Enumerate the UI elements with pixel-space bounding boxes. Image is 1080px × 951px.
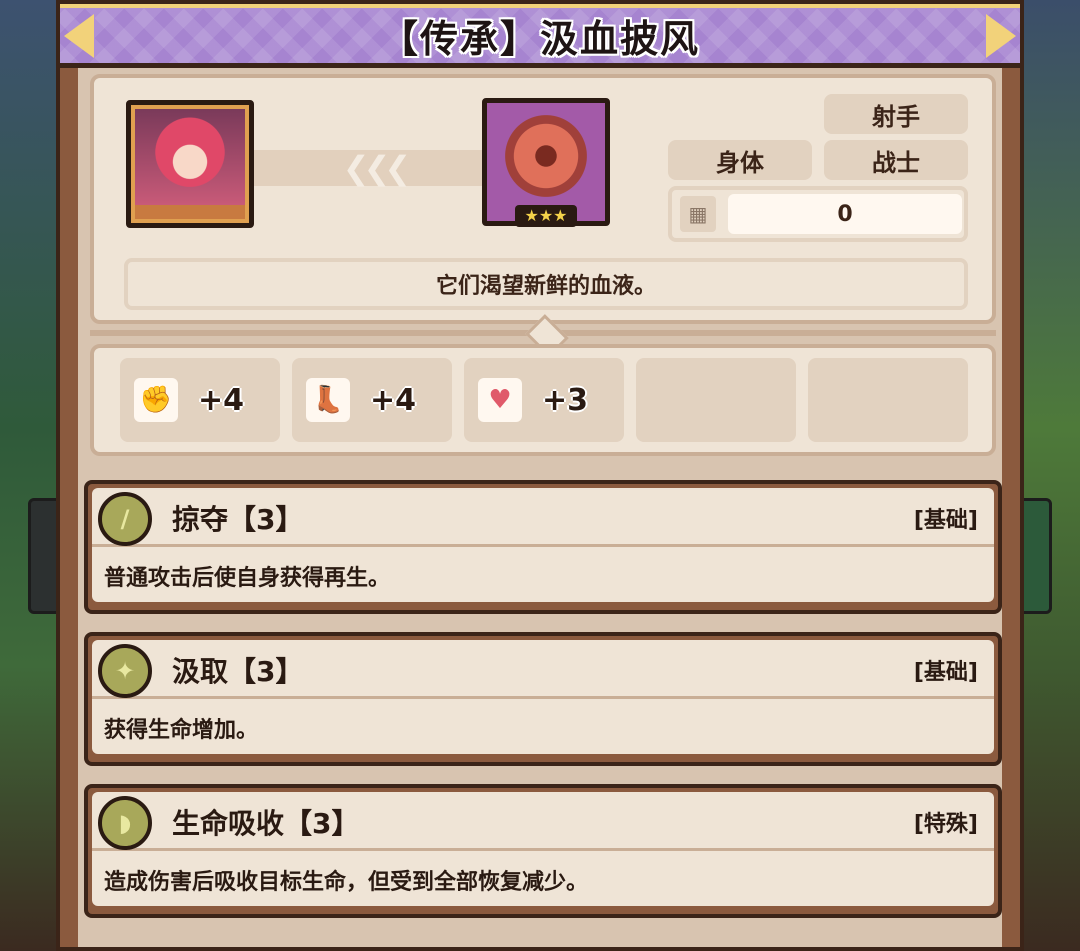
item-icon[interactable]: ★★★ [482,98,610,227]
skill-name: 掠夺【3】 [172,503,304,536]
skill-header: / 掠夺【3】 [基础] [92,488,994,547]
skill-description: 造成伤害后吸收目标生命，但受到全部恢复减少。 [104,870,589,895]
skill-body: ✦ 汲取【3】 [基础] 获得生命增加。 [92,640,994,754]
background-right [1020,0,1080,951]
skill-card[interactable]: / 掠夺【3】 [基础] 普通攻击后使自身获得再生。 [84,480,1002,614]
tag-warrior: 战士 [824,140,968,180]
title-bar: 【传承】汲血披风 [60,4,1020,68]
heart-icon: ♥ [478,378,522,422]
item-detail-panel: 【传承】汲血披风 ❮❮❮ ★★★ 射手 身体 战士 ▦ 0 它们渴望新鲜的血液。… [56,0,1024,951]
boot-icon: 👢 [306,378,350,422]
title-corner-right [986,14,1016,58]
item-info-card: ❮❮❮ ★★★ 射手 身体 战士 ▦ 0 它们渴望新鲜的血液。 [90,74,996,324]
skill-header: ✦ 汲取【3】 [基础] [92,640,994,699]
title-corner-left [64,14,94,58]
skill-description: 获得生命增加。 [104,718,259,743]
skill-description: 普通攻击后使自身获得再生。 [104,566,391,591]
stat-slot-empty [808,358,968,442]
cloak-icon [505,115,587,197]
stat-value: +4 [198,382,245,418]
sword-skill-icon: / [98,492,152,546]
skill-card[interactable]: ◗ 生命吸收【3】 [特殊] 造成伤害后吸收目标生命，但受到全部恢复减少。 [84,784,1002,918]
transfer-arrows-icon: ❮❮❮ [254,149,494,187]
skill-body: / 掠夺【3】 [基础] 普通攻击后使自身获得再生。 [92,488,994,602]
tag-shooter: 射手 [824,94,968,134]
skill-name: 汲取【3】 [172,655,304,688]
skill-header: ◗ 生命吸收【3】 [特殊] [92,792,994,851]
drain-skill-icon: ◗ [98,796,152,850]
skill-name: 生命吸收【3】 [172,807,360,840]
skill-type: [特殊] [913,812,978,837]
item-stars: ★★★ [515,205,577,227]
tag-body: 身体 [668,140,812,180]
skill-type: [基础] [913,508,978,533]
hero-portrait-base [135,205,245,219]
stat-slot-attack: ✊ +4 [120,358,280,442]
stat-value: +3 [542,382,589,418]
item-description: 它们渴望新鲜的血液。 [124,258,968,310]
stat-slot-health: ♥ +3 [464,358,624,442]
stat-slot-speed: 👢 +4 [292,358,452,442]
item-count-box: ▦ 0 [668,186,968,242]
hero-portrait-image [135,109,245,205]
skill-card[interactable]: ✦ 汲取【3】 [基础] 获得生命增加。 [84,632,1002,766]
hero-portrait[interactable] [126,100,254,228]
item-count-value: 0 [728,194,962,234]
star-skill-icon: ✦ [98,644,152,698]
stats-card: ✊ +4 👢 +4 ♥ +3 [90,344,996,456]
item-title: 【传承】汲血披风 [379,17,700,61]
fist-icon: ✊ [134,378,178,422]
stat-value: +4 [370,382,417,418]
background-left [0,0,60,951]
stat-slot-empty [636,358,796,442]
skill-type: [基础] [913,660,978,685]
grid-icon: ▦ [680,196,716,232]
skill-body: ◗ 生命吸收【3】 [特殊] 造成伤害后吸收目标生命，但受到全部恢复减少。 [92,792,994,906]
